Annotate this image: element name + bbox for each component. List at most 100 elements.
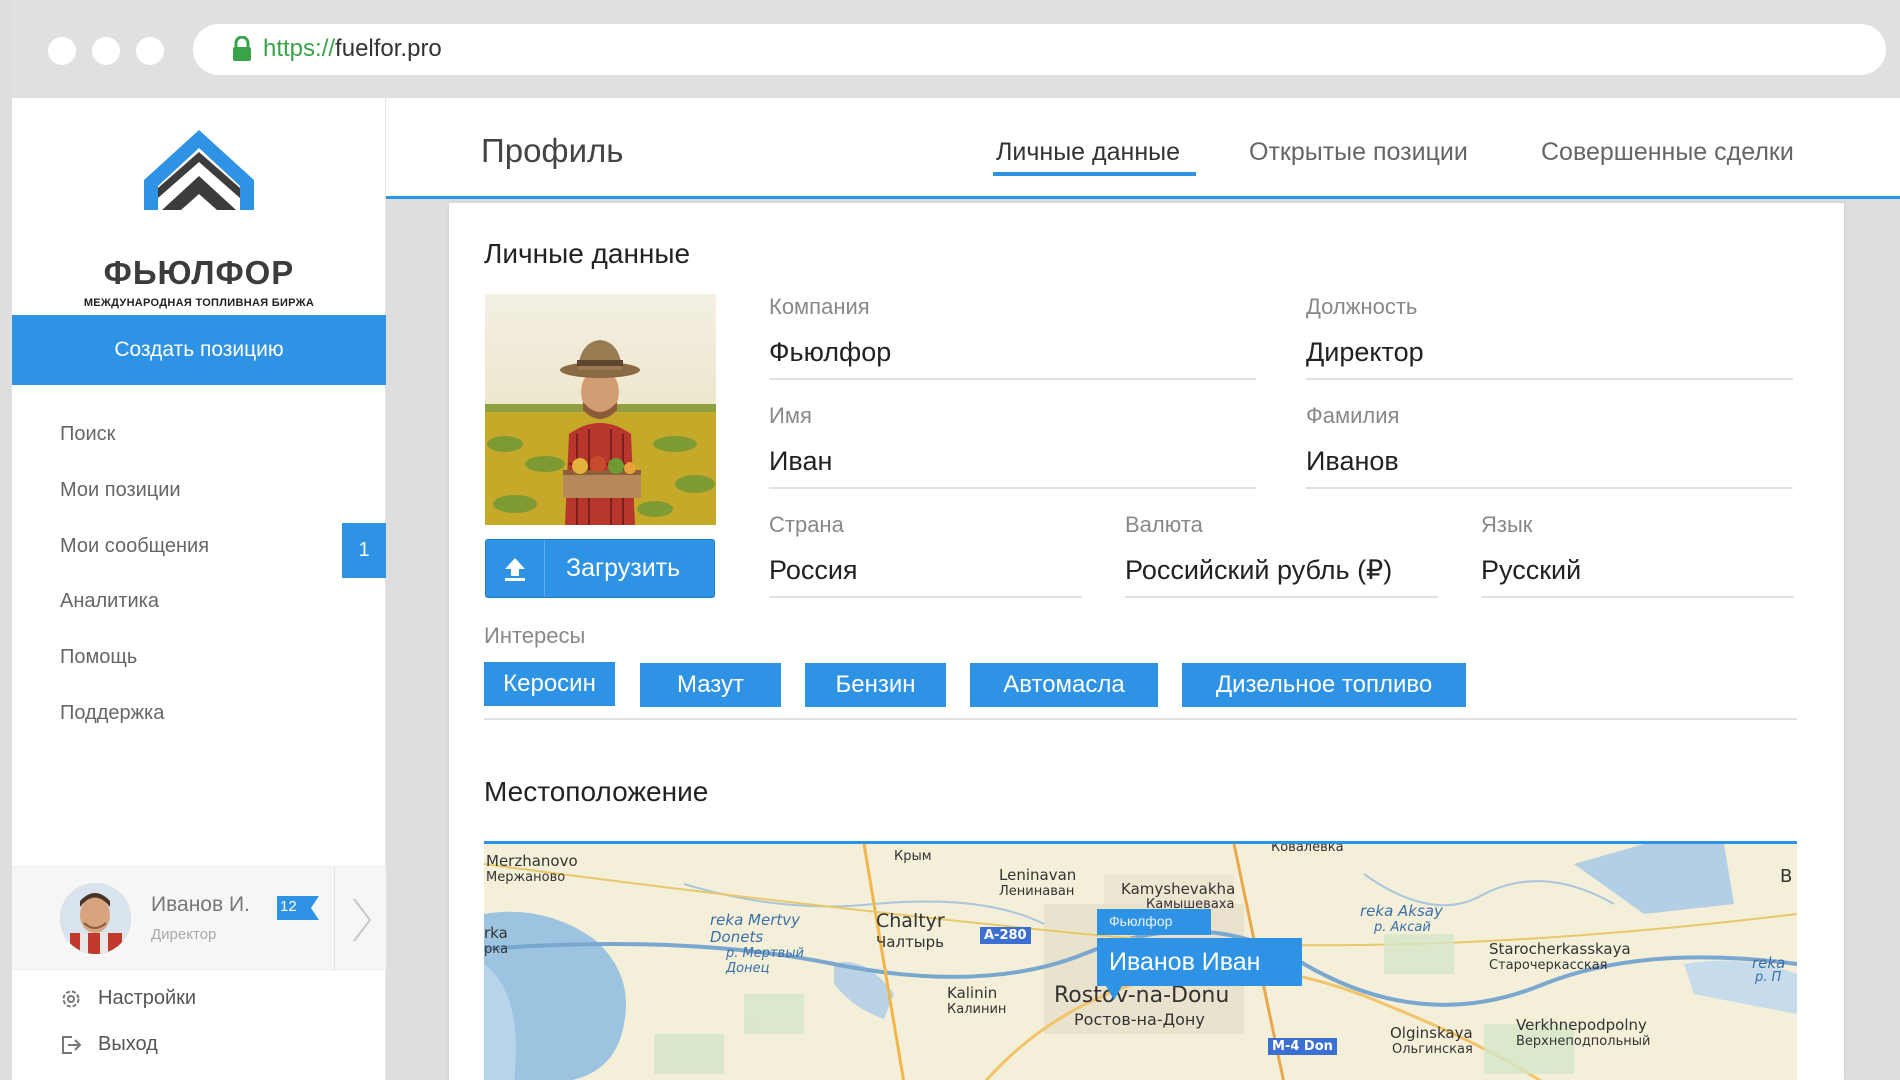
map-label-olginskaya-ru: Ольгинская bbox=[1392, 1042, 1473, 1057]
map-label-verkhnepodpolny: Verkhnepodpolny bbox=[1516, 1016, 1647, 1034]
tab-completed-deals[interactable]: Совершенные сделки bbox=[1541, 138, 1794, 167]
first-name-field[interactable]: Иван bbox=[769, 446, 832, 477]
map-label-kalinin-ru: Калинин bbox=[947, 1002, 1007, 1017]
window-maximize-dot[interactable] bbox=[136, 37, 164, 65]
map-label-edge-rp: р. П bbox=[1755, 970, 1782, 985]
first-name-underline bbox=[769, 487, 1256, 489]
country-field[interactable]: Россия bbox=[769, 555, 858, 586]
window-minimize-dot[interactable] bbox=[92, 37, 120, 65]
map-label-aksay: reka Aksay bbox=[1360, 902, 1443, 920]
map-label-kamyshevakha: Kamyshevakha bbox=[1121, 880, 1236, 898]
gear-icon bbox=[62, 990, 80, 1007]
first-name-label: Имя bbox=[769, 403, 812, 428]
logout-label: Выход bbox=[98, 1033, 158, 1055]
page-title: Профиль bbox=[481, 132, 624, 169]
logo-mark-icon bbox=[144, 130, 254, 210]
lock-icon bbox=[233, 36, 251, 61]
messages-count-badge: 1 bbox=[342, 523, 386, 578]
upload-icon bbox=[505, 558, 525, 581]
company-field[interactable]: Фьюлфор bbox=[769, 337, 891, 368]
logout-icon bbox=[62, 1035, 82, 1054]
map-label-edge-b: B bbox=[1780, 866, 1793, 887]
user-role: Директор bbox=[151, 926, 217, 943]
currency-label: Валюта bbox=[1125, 512, 1203, 537]
interest-chip-kerosene[interactable]: Керосин bbox=[484, 662, 615, 706]
country-underline bbox=[769, 596, 1082, 598]
map-label-rostov-ru: Ростов-на-Дону bbox=[1074, 1010, 1205, 1029]
personal-data-heading: Личные данные bbox=[484, 238, 691, 269]
user-badge-count: 12 bbox=[280, 898, 297, 915]
interest-chip-gasoline[interactable]: Бензин bbox=[805, 663, 946, 707]
map-label-rka: rka bbox=[484, 924, 508, 942]
profile-photo bbox=[485, 294, 716, 525]
map-label-olginskaya: Olginskaya bbox=[1390, 1024, 1473, 1042]
company-underline bbox=[769, 378, 1256, 380]
logo-subtitle: МЕЖДУНАРОДНАЯ ТОПЛИВНАЯ БИРЖА bbox=[83, 297, 315, 309]
last-name-underline bbox=[1306, 487, 1793, 489]
map-marker-company[interactable]: Фьюлфор bbox=[1097, 909, 1211, 935]
map-label-krym-ru: Крым bbox=[894, 849, 932, 864]
sidebar-item-search[interactable]: Поиск bbox=[60, 423, 115, 446]
map-label-starocherkasskaya: Starocherkasskaya bbox=[1489, 940, 1631, 958]
browser-chrome: https://fuelfor.pro bbox=[12, 0, 1900, 98]
map-label-kovalevka: Ковалевка bbox=[1271, 841, 1344, 855]
interest-chip-diesel[interactable]: Дизельное топливо bbox=[1182, 663, 1466, 707]
user-card-divider bbox=[334, 867, 335, 971]
map-label-chaltyr: Chaltyr bbox=[876, 910, 945, 932]
map-label-rostov: Rostov-na-Donu bbox=[1054, 983, 1230, 1008]
company-label: Компания bbox=[769, 294, 870, 319]
upload-label: Загрузить bbox=[566, 554, 681, 582]
language-field[interactable]: Русский bbox=[1481, 555, 1581, 586]
position-label: Должность bbox=[1306, 294, 1418, 319]
map-marker-name[interactable]: Иванов Иван bbox=[1097, 938, 1302, 986]
language-label: Язык bbox=[1481, 512, 1533, 537]
position-field[interactable]: Директор bbox=[1306, 337, 1424, 368]
sidebar-item-my-positions[interactable]: Мои позиции bbox=[60, 479, 181, 502]
logo[interactable]: ФЬЮЛФОР МЕЖДУНАРОДНАЯ ТОПЛИВНАЯ БИРЖА bbox=[12, 128, 386, 309]
map-label-rka-ru: рка bbox=[484, 942, 509, 957]
upload-button-divider bbox=[544, 540, 545, 597]
create-position-button[interactable]: Создать позицию bbox=[12, 315, 386, 385]
user-name: Иванов И. bbox=[151, 893, 250, 916]
map-label-merzhanovo-ru: Мержаново bbox=[486, 870, 566, 885]
logout-link[interactable]: Выход bbox=[60, 1033, 158, 1056]
map-label-starocherkasskaya-ru: Старочеркасская bbox=[1489, 958, 1608, 973]
interest-chip-fuel-oil[interactable]: Мазут bbox=[640, 663, 781, 707]
interest-chip-motor-oil[interactable]: Автомасла bbox=[970, 663, 1158, 707]
window-close-dot[interactable] bbox=[48, 37, 76, 65]
active-tab-indicator bbox=[993, 172, 1196, 176]
user-card[interactable]: Иванов И. Директор 12 bbox=[12, 866, 386, 971]
upload-photo-button[interactable]: Загрузить bbox=[485, 539, 715, 598]
settings-link[interactable]: Настройки bbox=[60, 987, 196, 1010]
sidebar-item-analytics[interactable]: Аналитика bbox=[60, 590, 159, 613]
interests-label: Интересы bbox=[484, 623, 586, 648]
map-label-mertvy-donets-ru: р. Мертвый Донец bbox=[726, 946, 804, 976]
language-underline bbox=[1481, 596, 1794, 598]
tab-open-positions[interactable]: Открытые позиции bbox=[1249, 138, 1468, 167]
location-heading: Местоположение bbox=[484, 776, 709, 807]
sidebar-item-support[interactable]: Поддержка bbox=[60, 702, 164, 725]
logo-title: ФЬЮЛФОР bbox=[103, 254, 295, 291]
map-road-a280: A-280 bbox=[980, 927, 1031, 944]
url-text: https://fuelfor.pro bbox=[263, 35, 442, 62]
last-name-field[interactable]: Иванов bbox=[1306, 446, 1399, 477]
map-label-mertvy-donets: reka Mertvy Donets bbox=[710, 911, 801, 946]
position-underline bbox=[1306, 378, 1793, 380]
sidebar: ФЬЮЛФОР МЕЖДУНАРОДНАЯ ТОПЛИВНАЯ БИРЖА Со… bbox=[12, 98, 386, 1080]
tab-personal-data[interactable]: Личные данные bbox=[996, 138, 1180, 167]
interests-underline bbox=[484, 718, 1797, 720]
country-label: Страна bbox=[769, 512, 844, 537]
map-label-aksay-ru: р. Аксай bbox=[1374, 920, 1431, 935]
sidebar-item-help[interactable]: Помощь bbox=[60, 646, 137, 669]
sidebar-item-my-messages[interactable]: Мои сообщения bbox=[60, 535, 209, 558]
map-marker-pin-icon bbox=[1106, 986, 1122, 1000]
page-header: Профиль Личные данные Открытые позиции С… bbox=[386, 98, 1900, 199]
map-road-m4: M-4 Don bbox=[1268, 1038, 1337, 1055]
chevron-right-icon[interactable] bbox=[350, 897, 374, 943]
map-label-chaltyr-ru: Чалтырь bbox=[876, 933, 945, 951]
avatar bbox=[60, 883, 131, 954]
address-bar[interactable]: https://fuelfor.pro bbox=[193, 24, 1886, 75]
last-name-label: Фамилия bbox=[1306, 403, 1400, 428]
map-label-leninavan: Leninavan bbox=[999, 866, 1077, 884]
currency-field[interactable]: Российский рубль (₽) bbox=[1125, 555, 1392, 586]
